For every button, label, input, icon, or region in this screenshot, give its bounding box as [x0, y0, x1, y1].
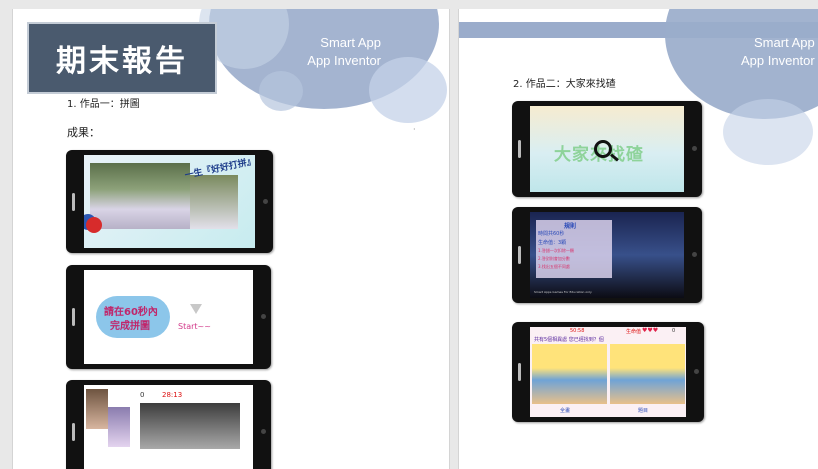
- decor-circle-tiny: [259, 71, 303, 111]
- rules-line: 3.找出五個不同處: [538, 264, 570, 269]
- down-arrow-icon: [190, 304, 202, 314]
- title-screen: 大家來找碴: [530, 106, 684, 192]
- rules-title: 規則: [564, 223, 577, 230]
- right-label: 題目: [638, 408, 649, 414]
- lives-label: 生命值: [626, 329, 642, 335]
- brand-line-1: Smart App: [754, 35, 815, 50]
- paragraph-mark: ·: [413, 125, 416, 134]
- instruction-line-2: 完成拼圖: [110, 321, 150, 332]
- puzzle-grid-screen: 0 28:13: [84, 385, 253, 469]
- brand-text: Smart App App Inventor: [741, 34, 815, 70]
- score: 0: [672, 328, 676, 334]
- picture-left: [532, 344, 607, 404]
- brand-line-2: App Inventor: [741, 53, 815, 68]
- instruction-line-1: 請在60秒內: [104, 307, 158, 318]
- brand-text: Smart App App Inventor: [307, 34, 381, 70]
- flower-icon: [86, 217, 102, 233]
- target-photo: [140, 403, 240, 449]
- document-page-right: Smart App App Inventor 2. 作品二：大家來找碴 大家來找…: [458, 9, 818, 469]
- phone-screenshot-puzzle-3: 0 28:13: [66, 380, 271, 469]
- timer-text: 50:58: [570, 328, 585, 334]
- start-screen: 請在60秒內 完成拼圖 Start~~: [84, 270, 253, 364]
- group-photo-right: [190, 175, 238, 229]
- prompt-text: 共有5個相異處 您已經找到？個: [534, 337, 604, 343]
- phone-screenshot-findit-2: 規則 時間共60秒 生命值：3顆 1.答錯一次扣除一顆 2.答對則會加分數 3.…: [512, 207, 702, 303]
- phone-screenshot-findit-1: 大家來找碴: [512, 101, 702, 197]
- brand-line-1: Smart App: [320, 35, 381, 50]
- hearts: ♥♥♥: [642, 327, 659, 334]
- rules-line: 2.答對則會加分數: [538, 256, 570, 261]
- rules-line: 時間共60秒: [538, 231, 565, 237]
- picture-right: [610, 344, 685, 404]
- rules-screen: 規則 時間共60秒 生命值：3顆 1.答錯一次扣除一顆 2.答對則會加分數 3.…: [530, 212, 684, 298]
- phone-screenshot-puzzle-1: 一生『好好打拼』: [66, 150, 273, 253]
- timer-text: 28:13: [162, 391, 183, 399]
- rules-line: 生命值：3顆: [538, 240, 567, 246]
- decor-circle-small: [723, 99, 813, 165]
- item-1-heading: 1. 作品一：拼圖: [67, 99, 140, 110]
- group-photo: [90, 163, 190, 229]
- puzzle-screen: 一生『好好打拼』: [84, 155, 255, 248]
- result-label: 成果：: [67, 126, 100, 139]
- brand-line-2: App Inventor: [307, 53, 381, 68]
- left-label: 全畫: [560, 408, 571, 414]
- phone-screenshot-findit-3: 50:58 生命值 ♥♥♥ 0 共有5個相異處 您已經找到？個 全畫 題目: [512, 322, 704, 422]
- rules-line: 1.答錯一次扣除一顆: [538, 248, 574, 253]
- piece-photo-a: [86, 389, 108, 429]
- phone-screenshot-puzzle-2: 請在60秒內 完成拼圖 Start~~: [66, 265, 271, 369]
- rules-footer: Smart Apps Games For Education only: [534, 290, 592, 294]
- document-page-left: Smart App App Inventor 期末報告 1. 作品一：拼圖 成果…: [12, 9, 450, 469]
- piece-photo-b: [108, 407, 130, 447]
- score-zero: 0: [140, 391, 145, 399]
- page-title: 期末報告: [27, 22, 217, 94]
- start-text: Start~~: [178, 322, 211, 331]
- item-2-heading: 2. 作品二：大家來找碴: [513, 79, 616, 90]
- game-screen: 50:58 生命值 ♥♥♥ 0 共有5個相異處 您已經找到？個 全畫 題目: [530, 327, 686, 417]
